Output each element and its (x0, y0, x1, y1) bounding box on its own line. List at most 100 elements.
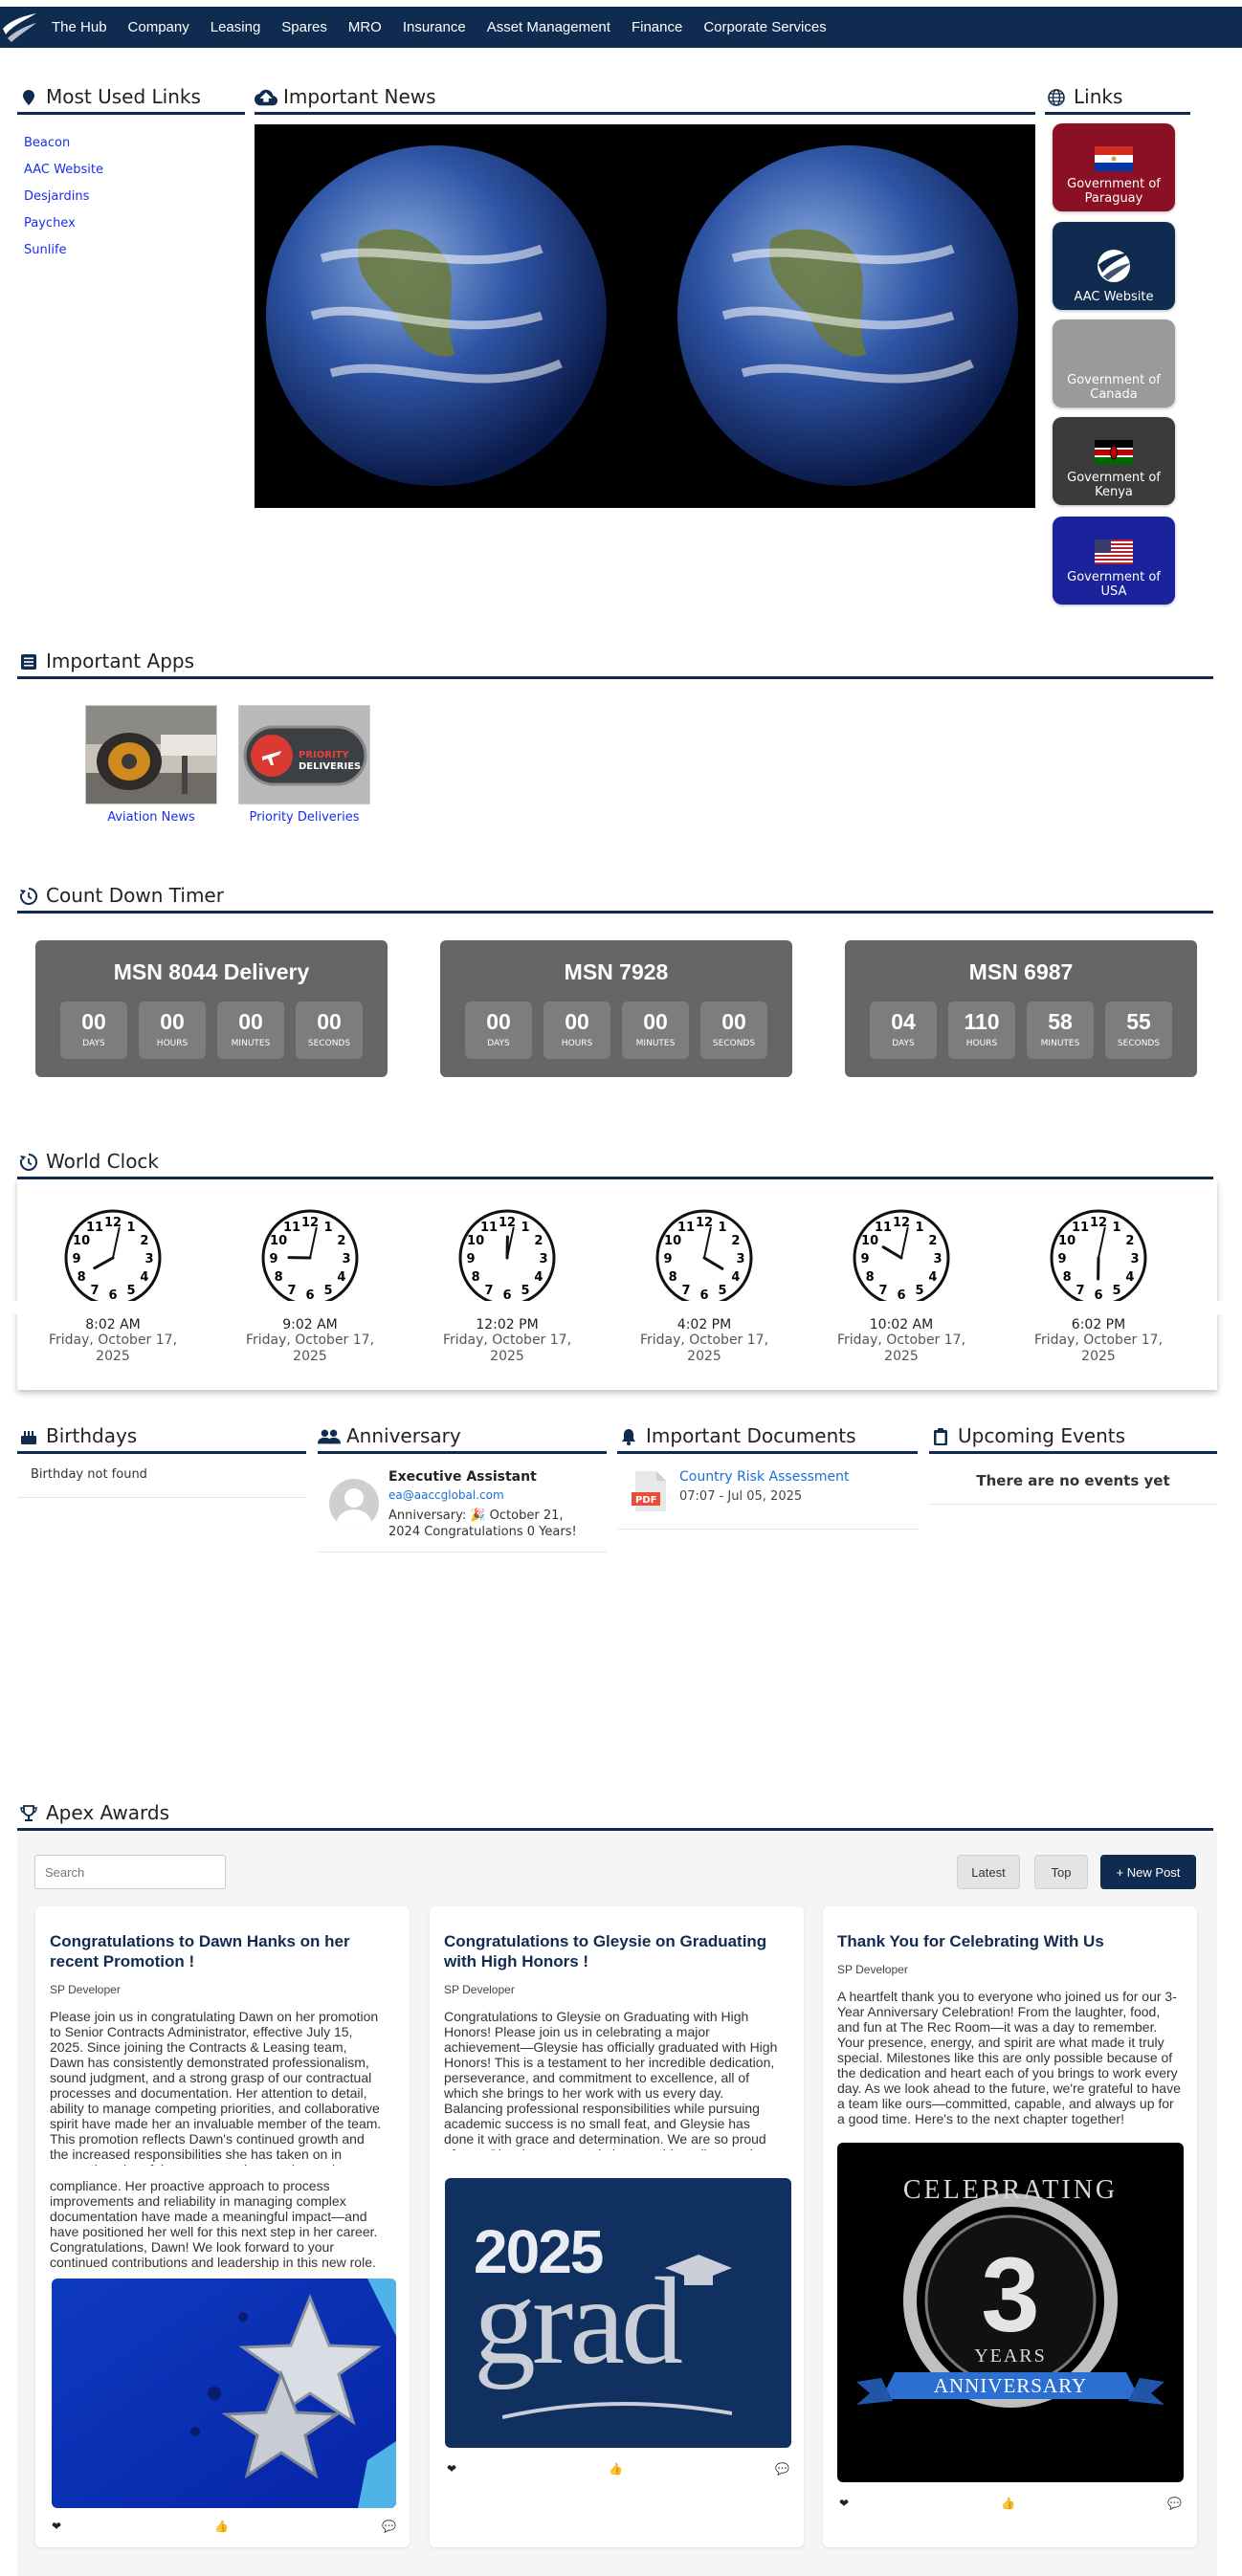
comment-icon[interactable]: 💬 (1167, 2497, 1182, 2510)
clock-time: 10:02 AM (869, 1317, 934, 1332)
post-image-2025-grad[interactable]: 2025 grad (445, 2178, 791, 2448)
tile-government-of-paraguay[interactable]: Government of Paraguay (1053, 123, 1175, 211)
most-used-links-list: Beacon AAC Website Desjardins Paychex Su… (24, 130, 103, 264)
links-header: Links (1045, 84, 1190, 115)
important-documents-header: Important Documents (617, 1423, 918, 1454)
comment-icon[interactable]: 💬 (775, 2462, 789, 2476)
post-author: SP Developer (444, 1983, 515, 1996)
nav-leasing[interactable]: Leasing (200, 19, 272, 35)
clock-numeral: 8 (1063, 1270, 1072, 1285)
clock-numeral: 4 (140, 1270, 148, 1285)
link-beacon[interactable]: Beacon (24, 130, 103, 157)
top-button[interactable]: Top (1034, 1855, 1088, 1889)
priority-logo-line1: PRIORITY (299, 750, 349, 760)
analog-clock-icon: 1234567891011 12 (458, 1209, 556, 1307)
most-used-links-header: Most Used Links (17, 84, 245, 115)
post-image-stars[interactable] (52, 2279, 396, 2508)
clock-numeral: 9 (860, 1252, 869, 1266)
awards-search-input[interactable] (34, 1855, 226, 1889)
nav-mro[interactable]: MRO (338, 19, 392, 35)
nav-insurance[interactable]: Insurance (392, 19, 477, 35)
post-title[interactable]: Congratulations to Gleysie on Graduating… (444, 1931, 779, 1971)
clock-numeral: 2 (534, 1234, 543, 1248)
clock-numeral: 9 (1057, 1252, 1066, 1266)
countdown-minutes: 00 MINUTES (622, 1002, 689, 1059)
company-logo-icon[interactable] (0, 6, 38, 48)
apex-awards-title: Apex Awards (46, 1801, 169, 1824)
clock-date: Friday, October 17, 2025 (442, 1332, 572, 1364)
nav-finance[interactable]: Finance (621, 19, 693, 35)
tile-label: AAC Website (1074, 290, 1154, 304)
clock-numeral: 10 (467, 1234, 484, 1248)
countdown-header: Count Down Timer (17, 883, 1213, 914)
tile-aac-website[interactable]: AAC Website (1053, 222, 1175, 310)
clock-numeral: 5 (718, 1284, 726, 1298)
document-meta: 07:07 - Jul 05, 2025 (679, 1489, 803, 1504)
link-sunlife[interactable]: Sunlife (24, 237, 103, 264)
usa-flag-icon (1095, 539, 1133, 564)
clock-numeral: 1 (521, 1221, 529, 1235)
thumbs-up-icon[interactable]: 👍 (1001, 2497, 1015, 2510)
nav-the-hub[interactable]: The Hub (41, 19, 118, 35)
link-paychex[interactable]: Paychex (24, 210, 103, 237)
clock-numeral: 8 (472, 1270, 480, 1285)
post-image-3-year-anniversary[interactable]: CELEBRATING 3 YEARS ANNIVERSARY (837, 2143, 1184, 2482)
clock-time: 9:02 AM (282, 1317, 338, 1332)
countdown-hours: 110 HOURS (948, 1002, 1015, 1059)
clock-numeral: 4 (534, 1270, 543, 1285)
clock-numeral: 1 (915, 1221, 923, 1235)
countdown-title: Count Down Timer (46, 884, 224, 907)
anniversary-email[interactable]: ea@aaccglobal.com (388, 1488, 504, 1502)
clock-date: Friday, October 17, 2025 (836, 1332, 966, 1364)
thumbs-up-icon[interactable]: 👍 (609, 2462, 623, 2476)
clock-numeral: 11 (283, 1221, 300, 1235)
clock-numeral: 1 (126, 1221, 135, 1235)
world-clock-item: 1 2 3 4 5 6 7 8 9 10 11 12 4:02 PM Friday, October 17… (628, 1208, 781, 1365)
upcoming-events-title: Upcoming Events (958, 1424, 1126, 1447)
thumbs-up-icon[interactable]: 👍 (214, 2520, 229, 2533)
cake-icon (17, 1426, 40, 1447)
new-post-button[interactable]: + New Post (1100, 1855, 1196, 1889)
heart-icon[interactable]: ❤ (52, 2520, 61, 2533)
aac-logo-icon (1098, 250, 1131, 282)
news-image-earth[interactable] (255, 124, 1035, 508)
clock-numeral: 3 (736, 1252, 744, 1266)
countdown-seconds: 55 SECONDS (1105, 1002, 1172, 1059)
app-priority-deliveries[interactable]: PRIORITY DELIVERIES Priority Deliveries (238, 705, 370, 825)
post-title[interactable]: Congratulations to Dawn Hanks on her rec… (50, 1931, 385, 1971)
nav-company[interactable]: Company (118, 19, 200, 35)
anniversary-text: Anniversary: 🎉 October 21, 2024 Congratu… (388, 1508, 577, 1539)
clock-numeral: 7 (1076, 1284, 1084, 1298)
app-aviation-news[interactable]: Aviation News (85, 705, 217, 825)
tile-government-of-usa[interactable]: Government of USA (1053, 517, 1175, 605)
clock-numeral: 2 (1125, 1234, 1134, 1248)
clock-numeral: 10 (664, 1234, 681, 1248)
world-clock-title: World Clock (46, 1150, 160, 1173)
nav-asset-management[interactable]: Asset Management (477, 19, 621, 35)
countdown-name: MSN 6987 (968, 959, 1074, 984)
post-title[interactable]: Thank You for Celebrating With Us (837, 1931, 1182, 1951)
priority-logo-line2: DELIVERIES (299, 761, 362, 772)
latest-button[interactable]: Latest (957, 1855, 1020, 1889)
countdown-days: 00 DAYS (465, 1002, 532, 1059)
link-aac-website[interactable]: AAC Website (24, 157, 103, 184)
heart-icon[interactable]: ❤ (839, 2497, 849, 2510)
heart-icon[interactable]: ❤ (447, 2462, 456, 2476)
trophy-icon (17, 1803, 40, 1824)
main-nav: The Hub Company Leasing Spares MRO Insur… (41, 7, 837, 48)
document-link[interactable]: Country Risk Assessment (679, 1469, 850, 1485)
anniversary-image-banner: ANNIVERSARY (933, 2374, 1088, 2397)
tile-government-of-canada[interactable]: Government of Canada (1053, 319, 1175, 407)
graduation-cap-icon (665, 2255, 732, 2285)
clock-numeral: 5 (126, 1284, 135, 1298)
important-news-title: Important News (283, 85, 436, 108)
nav-corporate-services[interactable]: Corporate Services (693, 19, 836, 35)
app-label: Aviation News (107, 810, 195, 825)
anniversary-image-number: 3 (981, 2236, 1040, 2354)
tile-government-of-kenya[interactable]: Government of Kenya (1053, 417, 1175, 505)
world-clock-item: 1 2 3 4 5 6 7 8 9 10 11 12 12:02 PM Friday, October 1… (431, 1208, 584, 1365)
comment-icon[interactable]: 💬 (382, 2520, 396, 2533)
nav-spares[interactable]: Spares (271, 19, 338, 35)
link-desjardins[interactable]: Desjardins (24, 184, 103, 210)
analog-clock-icon: 1234567891011 12 (64, 1209, 162, 1307)
